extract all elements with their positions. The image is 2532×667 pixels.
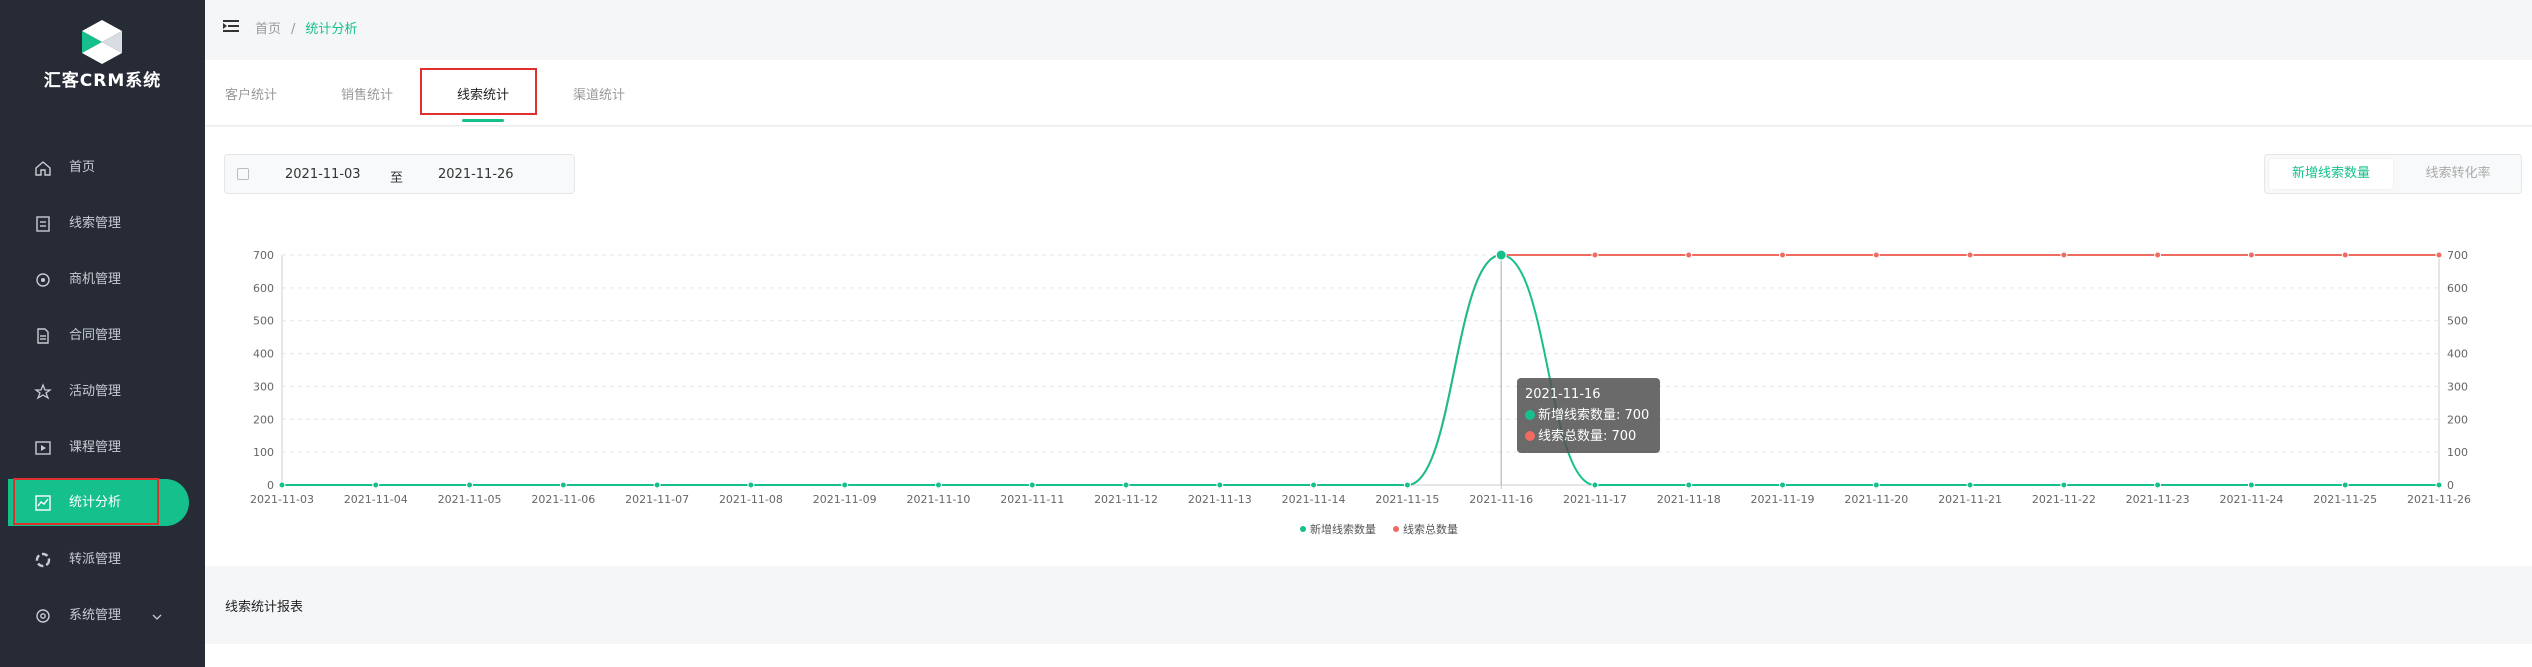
sidebar-item-5[interactable]: 课程管理: [0, 420, 205, 476]
contract-icon: [37, 328, 49, 344]
report-body: [205, 644, 2532, 667]
breadcrumb-separator: /: [291, 22, 296, 37]
legend-label-total: 线索总数量: [1403, 523, 1458, 536]
sidebar-item-label: 课程管理: [69, 440, 122, 455]
sidebar: 汇客CRM系统 首页 线索管理 商机管理 合同管理 活动管理 课程管理 统计分析 转派管理 系统…: [0, 0, 205, 667]
chart-tooltip: 2021-11-16 新增线索数量: 700 线索总数量: 700: [1517, 378, 1660, 453]
date-range-separator: 至: [390, 171, 404, 186]
sidebar-item-label: 合同管理: [69, 328, 122, 343]
course-icon: [35, 441, 51, 455]
tooltip-row-new: 新增线索数量: 700: [1525, 405, 1652, 426]
transfer-icon: [35, 552, 51, 568]
toggle-conversion-rate[interactable]: 线索转化率: [2397, 159, 2519, 189]
tooltip-date: 2021-11-16: [1525, 387, 1601, 402]
breadcrumb-current: 统计分析: [305, 22, 358, 37]
tooltip-total-value: 线索总数量: 700: [1538, 429, 1637, 444]
tab-highlight-box: [420, 68, 537, 115]
toggle-new-clues[interactable]: 新增线索数量: [2269, 159, 2393, 189]
sidebar-item-0[interactable]: 首页: [0, 140, 205, 196]
tab-bar: 客户统计 销售统计 线索统计 渠道统计: [205, 60, 2532, 126]
report-title: 线索统计报表: [225, 600, 304, 615]
tab-channel-stats[interactable]: 渠道统计: [573, 84, 625, 103]
clue-icon: [36, 216, 50, 232]
breadcrumb-home[interactable]: 首页: [255, 22, 281, 37]
legend-item-new[interactable]: 新增线索数量: [1300, 521, 1376, 537]
chevron-down-icon: [152, 614, 162, 620]
sidebar-item-8[interactable]: 系统管理: [0, 588, 205, 644]
sidebar-item-label: 活动管理: [69, 384, 122, 399]
tab-sales-stats[interactable]: 销售统计: [341, 84, 393, 103]
sidebar-item-label: 首页: [69, 160, 96, 175]
app-name: 汇客CRM系统: [43, 71, 162, 91]
sidebar-item-label: 系统管理: [69, 608, 122, 623]
sidebar-item-2[interactable]: 商机管理: [0, 252, 205, 308]
tab-customer-stats[interactable]: 客户统计: [225, 84, 277, 103]
sidebar-item-label: 商机管理: [69, 272, 122, 287]
sidebar-item-1[interactable]: 线索管理: [0, 196, 205, 252]
chart-panel: 2021-11-03 至 2021-11-26 新增线索数量 线索转化率: [205, 127, 2532, 567]
business-icon: [36, 273, 50, 287]
legend-label-new: 新增线索数量: [1310, 523, 1376, 536]
legend-dot-new: [1300, 526, 1306, 532]
tooltip-new-value: 新增线索数量: 700: [1538, 408, 1650, 423]
menu-fold-icon[interactable]: [223, 18, 239, 34]
start-date[interactable]: 2021-11-03: [285, 167, 361, 182]
activity-icon: [34, 383, 52, 400]
metric-toggle: 新增线索数量 线索转化率: [2264, 154, 2522, 194]
date-range-picker[interactable]: 2021-11-03 至 2021-11-26: [224, 154, 575, 194]
settings-icon: [36, 609, 50, 623]
legend-item-total[interactable]: 线索总数量: [1393, 521, 1458, 537]
top-bar: 首页 / 统计分析: [205, 0, 2532, 55]
tooltip-total-dot: [1525, 431, 1535, 441]
breadcrumb: 首页 / 统计分析: [255, 18, 357, 37]
tooltip-row-total: 线索总数量: 700: [1525, 426, 1652, 447]
logo-icon: [82, 20, 122, 64]
sidebar-item-label: 转派管理: [69, 552, 122, 567]
sidebar-item-3[interactable]: 合同管理: [0, 308, 205, 364]
home-icon: [35, 161, 51, 176]
legend-dot-total: [1393, 526, 1399, 532]
report-section: 线索统计报表: [205, 566, 2532, 644]
calendar-icon: [237, 168, 249, 180]
sidebar-item-label: 线索管理: [69, 216, 122, 231]
sidebar-item-7[interactable]: 转派管理: [0, 532, 205, 588]
end-date[interactable]: 2021-11-26: [438, 167, 514, 182]
tab-active-underline: [462, 119, 504, 122]
sidebar-item-4[interactable]: 活动管理: [0, 364, 205, 420]
highlight-box: [13, 478, 159, 525]
tooltip-new-dot: [1525, 410, 1535, 420]
